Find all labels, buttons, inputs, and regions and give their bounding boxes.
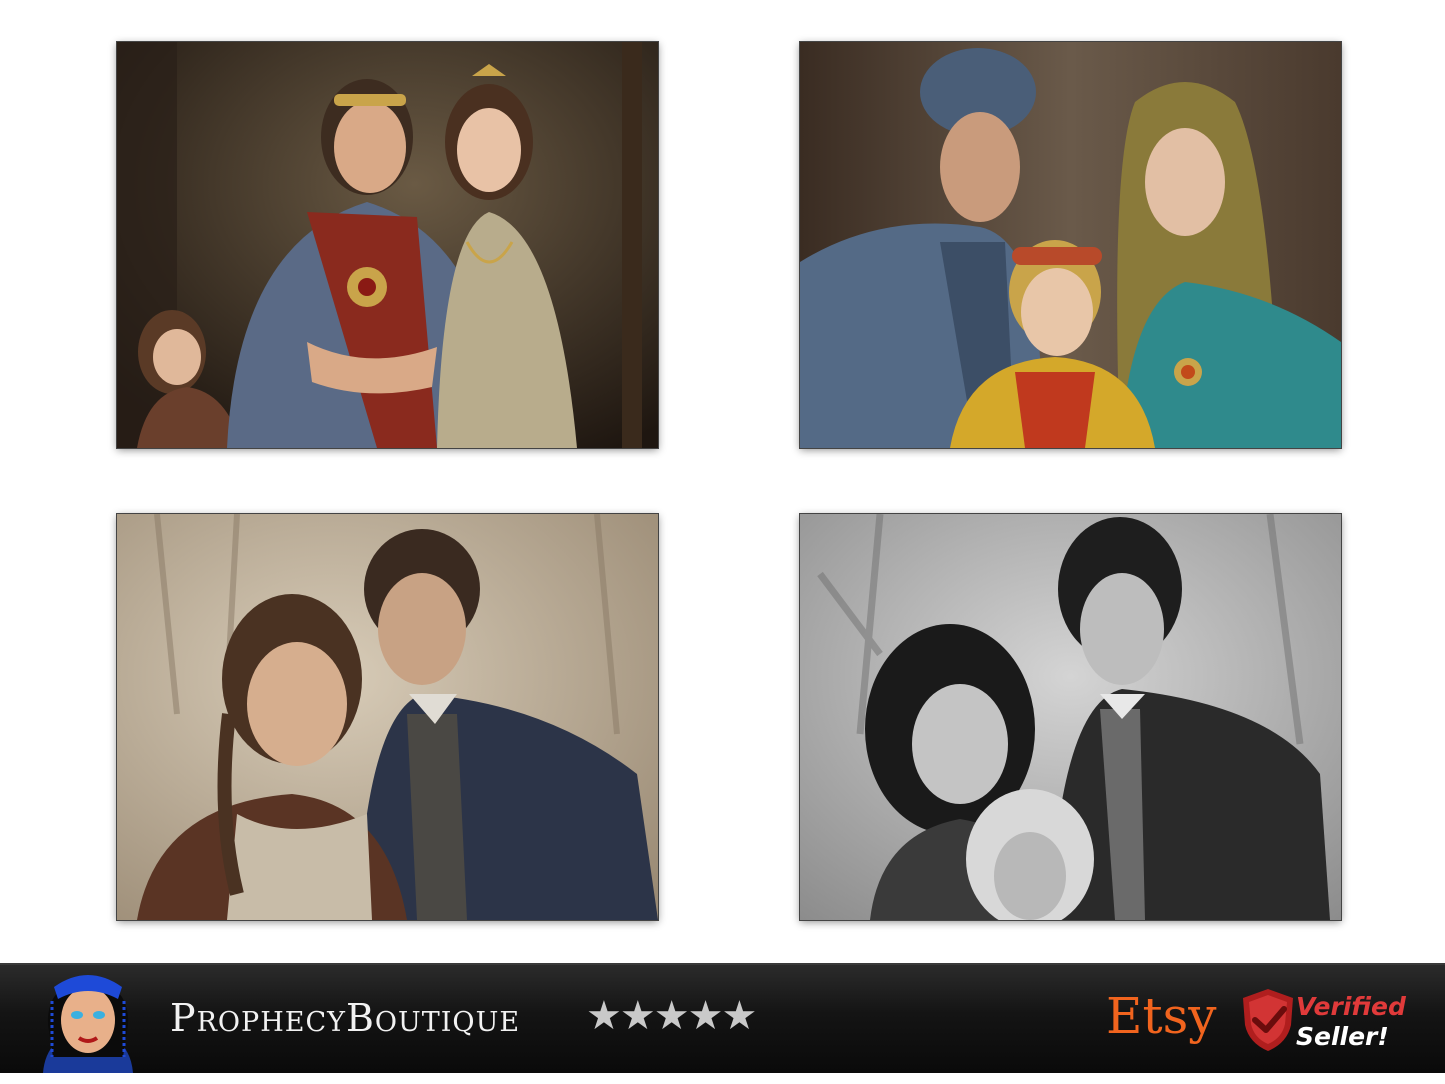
- portrait-monochrome-family: [799, 513, 1342, 921]
- rating-stars: ★★★★★: [586, 993, 757, 1039]
- avatar-icon: [38, 965, 138, 1073]
- shield-check-icon: [1240, 987, 1296, 1053]
- portrait-monochrome-family-art: [800, 514, 1341, 920]
- verified-seller-badge: Verified Seller!: [1296, 992, 1406, 1052]
- verified-label: Verified: [1296, 992, 1406, 1021]
- portrait-royal-family-art: [117, 42, 658, 448]
- shop-name[interactable]: ProphecyBoutique: [170, 996, 520, 1040]
- portrait-royal-family: [116, 41, 659, 449]
- portrait-sepia-couple: [116, 513, 659, 921]
- shop-banner: ProphecyBoutique ★★★★★ Etsy Verified Sel…: [0, 963, 1445, 1073]
- portrait-renaissance-family: [799, 41, 1342, 449]
- etsy-logo[interactable]: Etsy: [1106, 987, 1217, 1045]
- portrait-sepia-couple-art: [117, 514, 658, 920]
- portrait-renaissance-family-art: [800, 42, 1341, 448]
- seller-label: Seller!: [1296, 1022, 1389, 1051]
